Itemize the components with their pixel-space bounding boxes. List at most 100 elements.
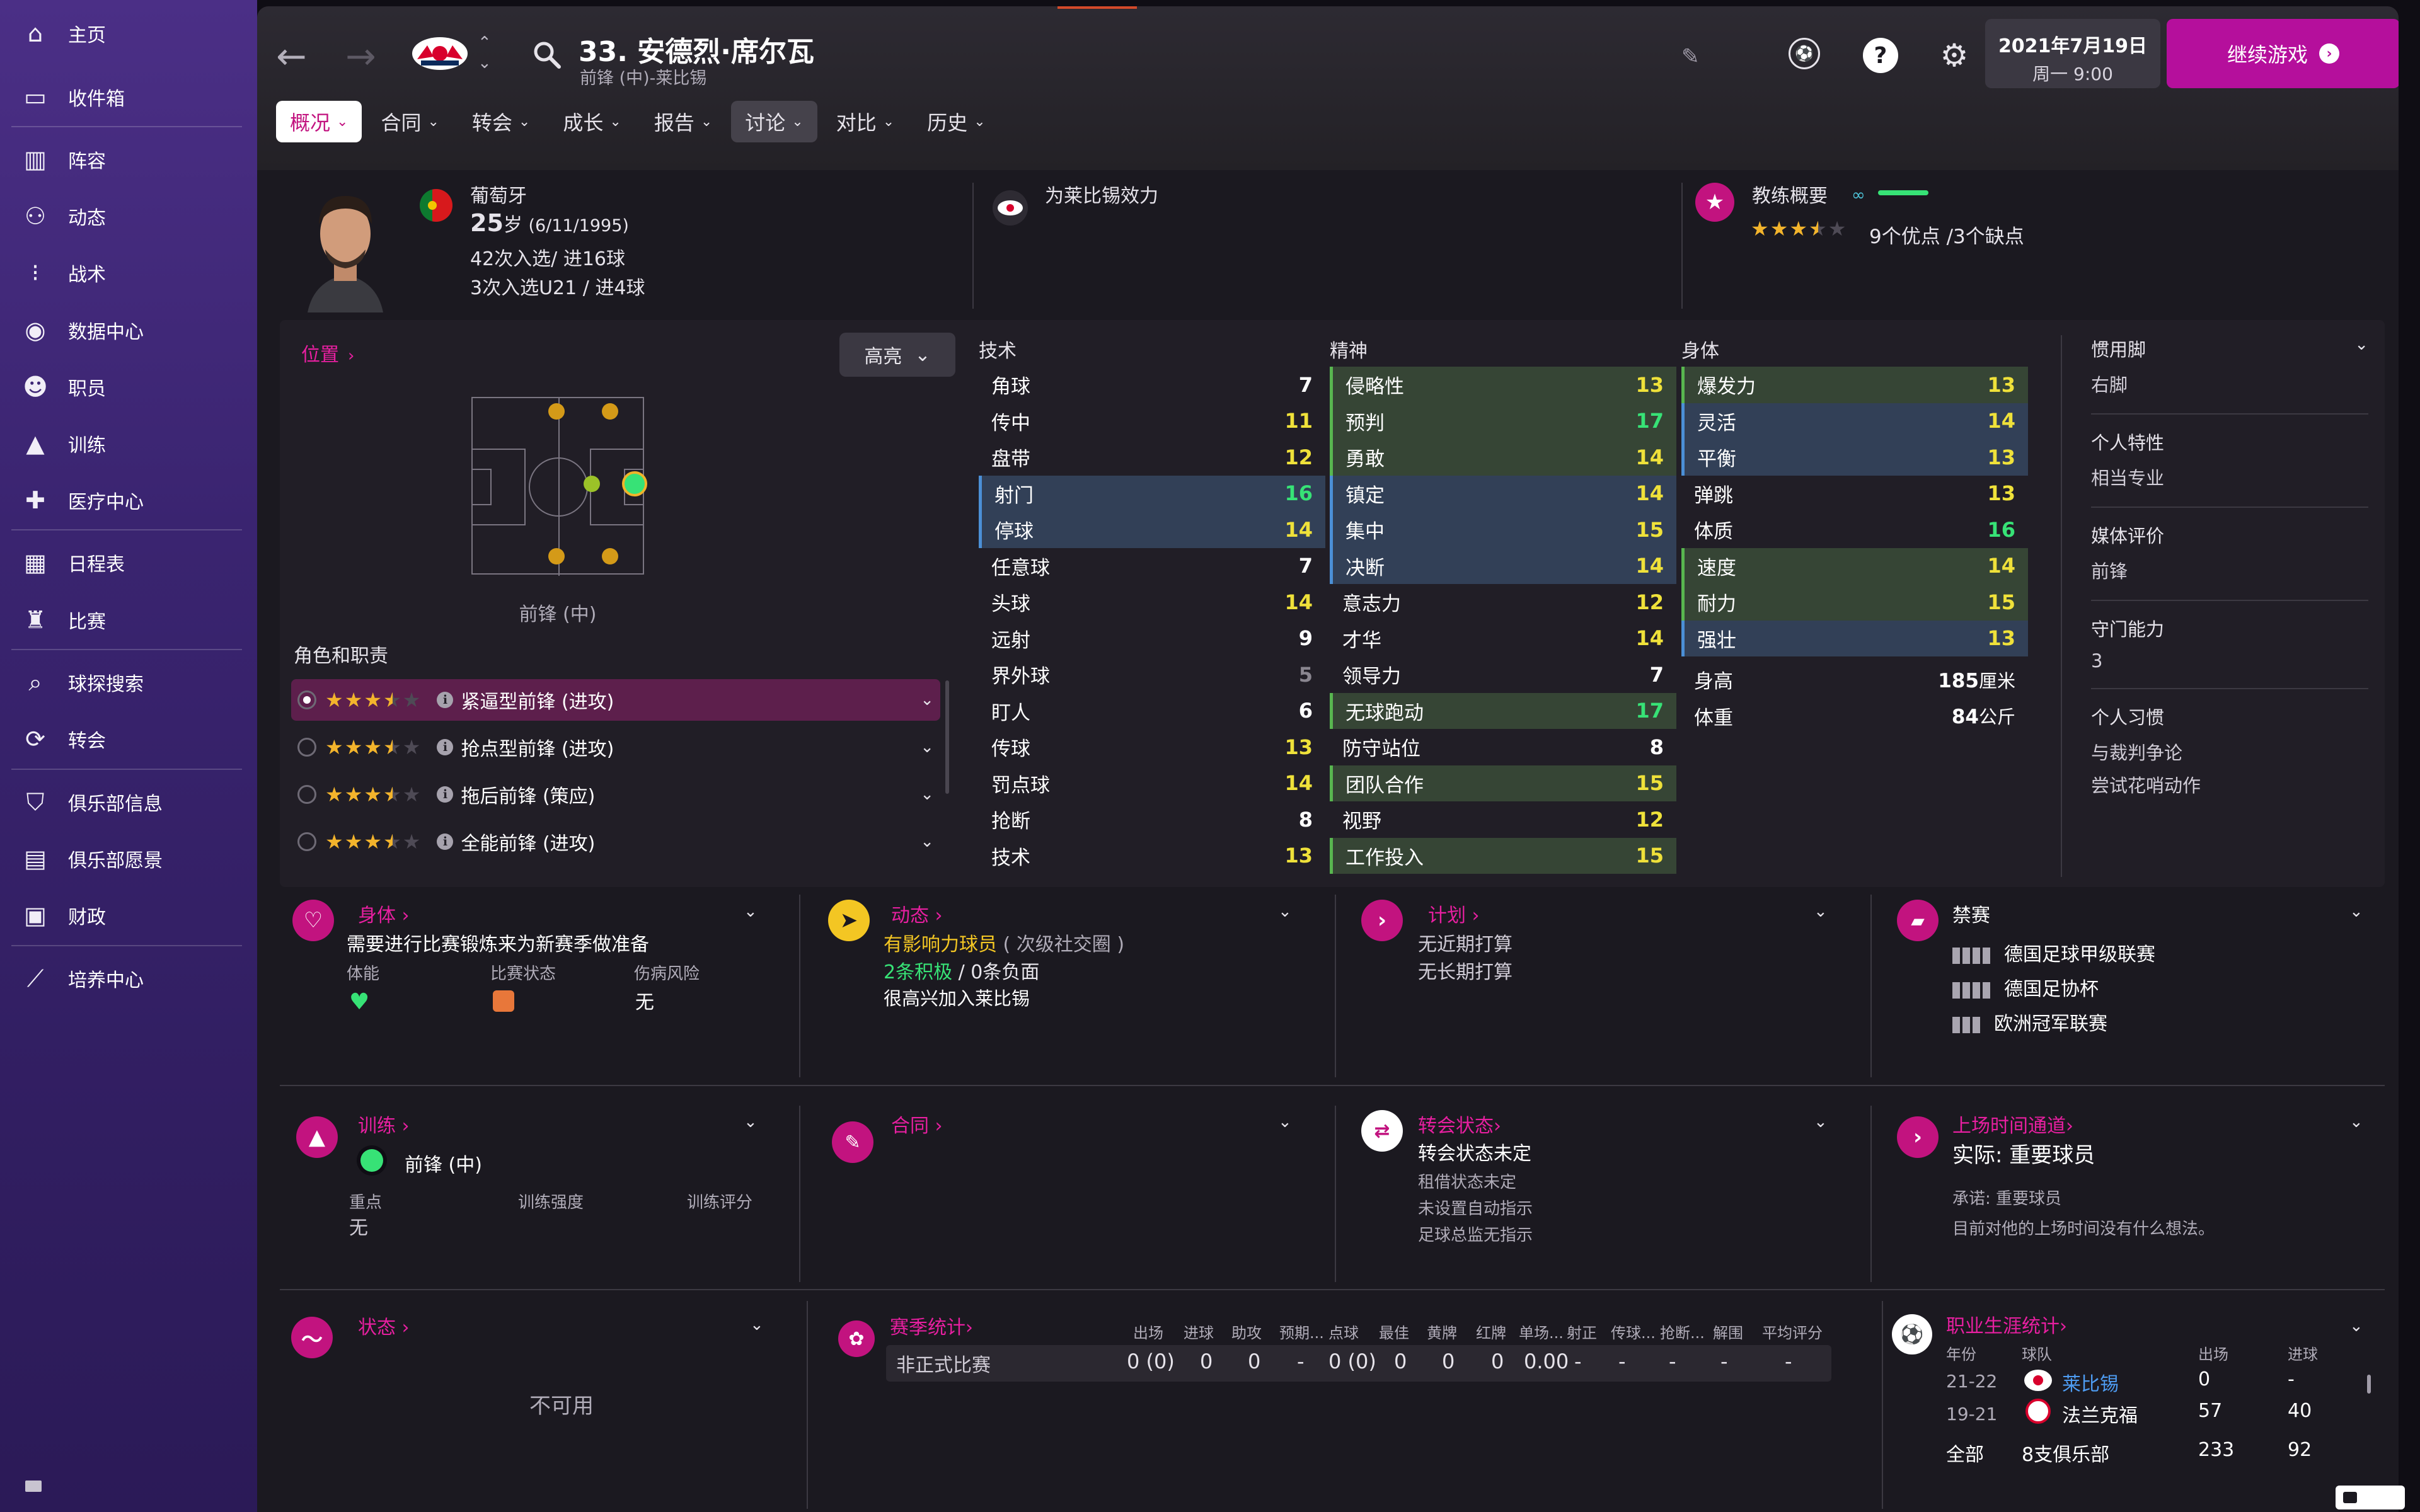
attribute-row[interactable]: 视野 12 xyxy=(1330,801,1676,838)
chevron-down-icon[interactable]: ⌄ xyxy=(2349,902,2363,921)
rb-leipzig-badge-icon[interactable] xyxy=(408,32,471,76)
highlight-dropdown[interactable]: 高亮 ⌄ xyxy=(839,333,955,377)
settings-gear-icon[interactable]: ⚙ xyxy=(1937,37,1972,74)
sidebar-item-home[interactable]: ⌂ 主页 xyxy=(19,11,106,55)
sidebar-item-finances[interactable]: ▣ 财政 xyxy=(19,893,106,937)
attribute-row[interactable]: 预判 17 xyxy=(1330,403,1676,439)
training-card-title[interactable]: 训练 › xyxy=(358,1110,410,1138)
attribute-row[interactable]: 强壮 13 xyxy=(1681,620,2028,656)
playing-time-title[interactable]: 上场时间通道› xyxy=(1952,1110,2073,1138)
attribute-row[interactable]: 体质 16 xyxy=(1681,512,2028,548)
sidebar-item-competitions[interactable]: ♜ 比赛 xyxy=(19,598,106,642)
role-row[interactable]: ★★★★★★ i全能前锋 (进攻) ⌄ xyxy=(291,821,940,862)
attribute-row[interactable]: 远射 9 xyxy=(979,621,1325,657)
attribute-row[interactable]: 抢断 8 xyxy=(979,801,1325,838)
attribute-row[interactable]: 团队合作 15 xyxy=(1330,765,1676,801)
stat-header[interactable]: 点球 xyxy=(1328,1320,1359,1343)
player-switch-arrows-icon[interactable]: ⌃ ⌄ xyxy=(478,33,492,73)
attribute-row[interactable]: 才华 14 xyxy=(1330,621,1676,657)
sidebar-collapse-icon[interactable] xyxy=(25,1480,42,1492)
game-date[interactable]: 2021年7月19日 周一 9:00 xyxy=(1985,19,2160,88)
tab-contract[interactable]: 合同 ⌄ xyxy=(367,101,452,142)
stat-header[interactable]: 平均评分 xyxy=(1762,1320,1823,1343)
sidebar-item-scouting[interactable]: ⌕ 球探搜索 xyxy=(19,660,144,704)
stat-header[interactable]: 进球 xyxy=(1184,1320,1214,1343)
attribute-row[interactable]: 头球 14 xyxy=(979,584,1325,621)
physical-card-title[interactable]: 身体 › xyxy=(358,900,410,927)
stat-header[interactable]: 传球... xyxy=(1611,1320,1656,1343)
plans-card-title[interactable]: 计划 › xyxy=(1428,900,1480,927)
attribute-row[interactable]: 角球 7 xyxy=(979,367,1325,403)
position-title[interactable]: 位置 › xyxy=(301,339,354,367)
continue-button[interactable]: 继续游戏 › xyxy=(2167,19,2399,88)
attribute-row[interactable]: 技术 13 xyxy=(979,838,1325,874)
form-card-title[interactable]: 状态 › xyxy=(358,1312,410,1339)
sidebar-item-club-vision[interactable]: ▤ 俱乐部愿景 xyxy=(19,837,163,881)
attribute-row[interactable]: 勇敢 14 xyxy=(1330,439,1676,476)
attribute-row[interactable]: 界外球 5 xyxy=(979,656,1325,693)
sidebar-item-club-info[interactable]: ⛉ 俱乐部信息 xyxy=(19,780,163,824)
nationality[interactable]: 葡萄牙 xyxy=(470,180,527,208)
attribute-row[interactable]: 盯人 6 xyxy=(979,693,1325,730)
sidebar-item-tactics[interactable]: ⁝ 战术 xyxy=(19,251,106,295)
tab-development[interactable]: 成长 ⌄ xyxy=(549,101,635,142)
attribute-row[interactable]: 速度 14 xyxy=(1681,547,2028,584)
sidebar-item-training[interactable]: ▲ 训练 xyxy=(19,421,106,466)
stat-header[interactable]: 单场... xyxy=(1519,1320,1564,1343)
stat-header[interactable]: 黄牌 xyxy=(1427,1320,1457,1343)
season-stats-title[interactable]: 赛季统计› xyxy=(890,1312,973,1339)
tab-transfer[interactable]: 转会 ⌄ xyxy=(458,101,544,142)
radio-unselected[interactable] xyxy=(297,785,316,804)
help-icon[interactable]: ? xyxy=(1863,38,1898,73)
sidebar-item-dynamics[interactable]: ⚇ 动态 xyxy=(19,194,106,238)
role-row[interactable]: ★★★★★★ i抢点型前锋 (进攻) ⌄ xyxy=(291,726,940,768)
stat-header[interactable]: 出场 xyxy=(1133,1320,1163,1343)
roles-scrollbar[interactable] xyxy=(945,680,949,794)
sidebar-item-squad[interactable]: ▥ 阵容 xyxy=(19,137,106,181)
sidebar-item-medical[interactable]: ✚ 医疗中心 xyxy=(19,478,144,522)
chevron-down-icon[interactable]: ⌄ xyxy=(1278,902,1292,921)
contract-card-title[interactable]: 合同 › xyxy=(891,1110,943,1138)
attribute-row[interactable]: 集中 15 xyxy=(1330,512,1676,548)
back-arrow-icon[interactable]: ← xyxy=(276,35,307,77)
stat-header[interactable]: 最佳 xyxy=(1379,1320,1409,1343)
stat-header[interactable]: 预期... xyxy=(1279,1320,1324,1343)
attribute-row[interactable]: 爆发力 13 xyxy=(1681,367,2028,403)
sidebar-item-inbox[interactable]: ▭ 收件箱 xyxy=(19,75,125,119)
tab-compare[interactable]: 对比 ⌄ xyxy=(822,101,908,142)
attribute-row[interactable]: 防守站位 8 xyxy=(1330,729,1676,765)
career-club-link[interactable]: 莱比锡 xyxy=(2062,1368,2119,1396)
chevron-down-icon[interactable]: ⌄ xyxy=(744,1113,758,1131)
career-stats-title[interactable]: 职业生涯统计› xyxy=(1946,1310,2067,1338)
sidebar-item-staff[interactable]: ☻ 职员 xyxy=(19,365,106,409)
attribute-row[interactable]: 平衡 13 xyxy=(1681,439,2028,476)
attribute-row[interactable]: 工作投入 15 xyxy=(1330,837,1676,874)
stat-header[interactable]: 射正 xyxy=(1567,1320,1597,1343)
status-tray[interactable] xyxy=(2336,1486,2405,1509)
pros-cons[interactable]: 9个优点 /3个缺点 xyxy=(1869,220,2024,249)
attribute-row[interactable]: 灵活 14 xyxy=(1681,403,2028,439)
attribute-row[interactable]: 侵略性 13 xyxy=(1330,367,1676,403)
search-icon[interactable] xyxy=(531,39,563,71)
stat-header[interactable]: 助攻 xyxy=(1231,1320,1262,1343)
chevron-down-icon[interactable]: ⌄ xyxy=(750,1315,764,1334)
stat-header[interactable]: 抢断... xyxy=(1660,1320,1705,1343)
attribute-row[interactable]: 决断 14 xyxy=(1330,547,1676,584)
football-icon[interactable]: ⚽ xyxy=(1789,38,1820,69)
attribute-row[interactable]: 任意球 7 xyxy=(979,548,1325,585)
chevron-down-icon[interactable]: ⌄ xyxy=(2349,1113,2363,1131)
sidebar-item-development[interactable]: ⟋ 培养中心 xyxy=(19,956,144,1000)
stat-header[interactable]: 解围 xyxy=(1713,1320,1743,1343)
attribute-row[interactable]: 意志力 12 xyxy=(1330,584,1676,621)
forward-arrow-icon[interactable]: → xyxy=(345,35,376,77)
role-row[interactable]: ★★★★★★ i紧逼型前锋 (进攻) ⌄ xyxy=(291,679,940,721)
tab-reports[interactable]: 报告 ⌄ xyxy=(640,101,726,142)
career-club[interactable]: 法兰克福 xyxy=(2062,1400,2138,1428)
attribute-row[interactable]: 领导力 7 xyxy=(1330,656,1676,693)
attribute-row[interactable]: 无球跑动 17 xyxy=(1330,692,1676,729)
chevron-down-icon[interactable]: ⌄ xyxy=(1814,1113,1828,1131)
attribute-row[interactable]: 传中 11 xyxy=(979,403,1325,440)
plays-for[interactable]: 为莱比锡效力 xyxy=(1045,180,1158,208)
chevron-down-icon[interactable]: ⌄ xyxy=(2349,1317,2363,1336)
chevron-down-icon[interactable]: ⌄ xyxy=(744,902,758,921)
